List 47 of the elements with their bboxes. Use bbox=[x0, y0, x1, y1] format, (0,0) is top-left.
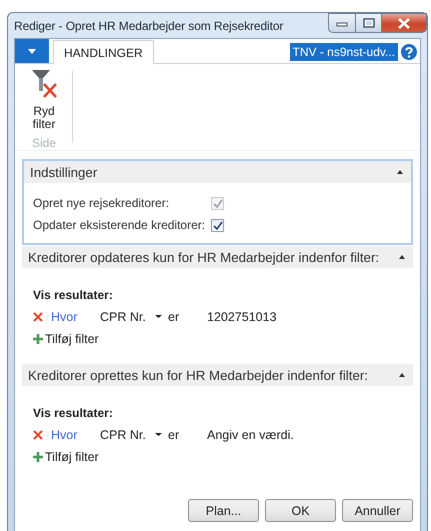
group-label: Side bbox=[32, 136, 56, 150]
help-icon[interactable] bbox=[401, 44, 417, 60]
add-filter-button[interactable]: Tilføj filter bbox=[33, 328, 99, 349]
add-filter-button[interactable]: Tilføj filter bbox=[33, 446, 99, 467]
collapse-icon bbox=[399, 373, 405, 377]
section-label: Vis resultater: bbox=[33, 287, 114, 304]
dialog-button[interactable]: Plan... bbox=[188, 499, 259, 522]
section-label: Vis resultater: bbox=[33, 405, 114, 422]
where-link[interactable]: Hvor bbox=[51, 428, 100, 442]
section-header[interactable]: Kreditorer oprettes kun for HR Medarbejder indenfor filter: bbox=[22, 364, 413, 386]
plus-icon bbox=[33, 452, 43, 462]
field-dropdown[interactable]: CPR Nr. bbox=[100, 310, 162, 324]
close-icon bbox=[397, 18, 411, 28]
check-icon bbox=[212, 220, 222, 230]
collapse-icon bbox=[397, 170, 403, 174]
field-label: Opdater eksisterende kreditorer: bbox=[33, 218, 206, 232]
caret-icon bbox=[155, 315, 162, 318]
menu-button[interactable] bbox=[15, 39, 49, 63]
plus-icon bbox=[33, 334, 43, 344]
maximize-icon bbox=[362, 18, 374, 28]
value-field[interactable]: Angiv en værdi. bbox=[207, 428, 367, 442]
caret-icon bbox=[28, 48, 36, 54]
check-icon bbox=[212, 198, 222, 208]
close-button[interactable] bbox=[382, 13, 427, 33]
caret-icon bbox=[155, 433, 162, 436]
section-header[interactable]: Kreditorer opdateres kun for HR Medarbejder indenfor filter: bbox=[22, 246, 413, 268]
collapse-icon bbox=[399, 255, 405, 259]
company-badge[interactable]: TNV - ns9nst-udv... bbox=[290, 43, 398, 61]
remove-icon[interactable] bbox=[33, 312, 43, 322]
operator-label: er bbox=[168, 428, 180, 442]
minimize-button[interactable] bbox=[328, 13, 356, 33]
window-title: Rediger - Opret HR Medarbejder som Rejsekreditor bbox=[14, 18, 284, 32]
remove-icon[interactable] bbox=[33, 430, 43, 440]
field-label: Opret nye rejsekreditorer: bbox=[33, 196, 170, 210]
clear-filter-button[interactable]: Ryd filter bbox=[24, 69, 64, 131]
operator-label: er bbox=[168, 310, 180, 324]
maximize-button[interactable] bbox=[356, 13, 382, 33]
section-header[interactable]: Indstillinger bbox=[24, 161, 411, 183]
action-label: Ryd filter bbox=[32, 105, 56, 131]
dialog-button[interactable]: Annuller bbox=[342, 499, 413, 522]
dialog-button[interactable]: OK bbox=[265, 499, 336, 522]
filter-remove-icon bbox=[31, 69, 57, 98]
ribbon-tab[interactable]: HANDLINGER bbox=[53, 40, 154, 64]
checkbox[interactable] bbox=[211, 218, 224, 232]
value-field[interactable]: 1202751013 bbox=[207, 310, 367, 324]
field-dropdown[interactable]: CPR Nr. bbox=[100, 428, 162, 442]
where-link[interactable]: Hvor bbox=[51, 310, 100, 324]
